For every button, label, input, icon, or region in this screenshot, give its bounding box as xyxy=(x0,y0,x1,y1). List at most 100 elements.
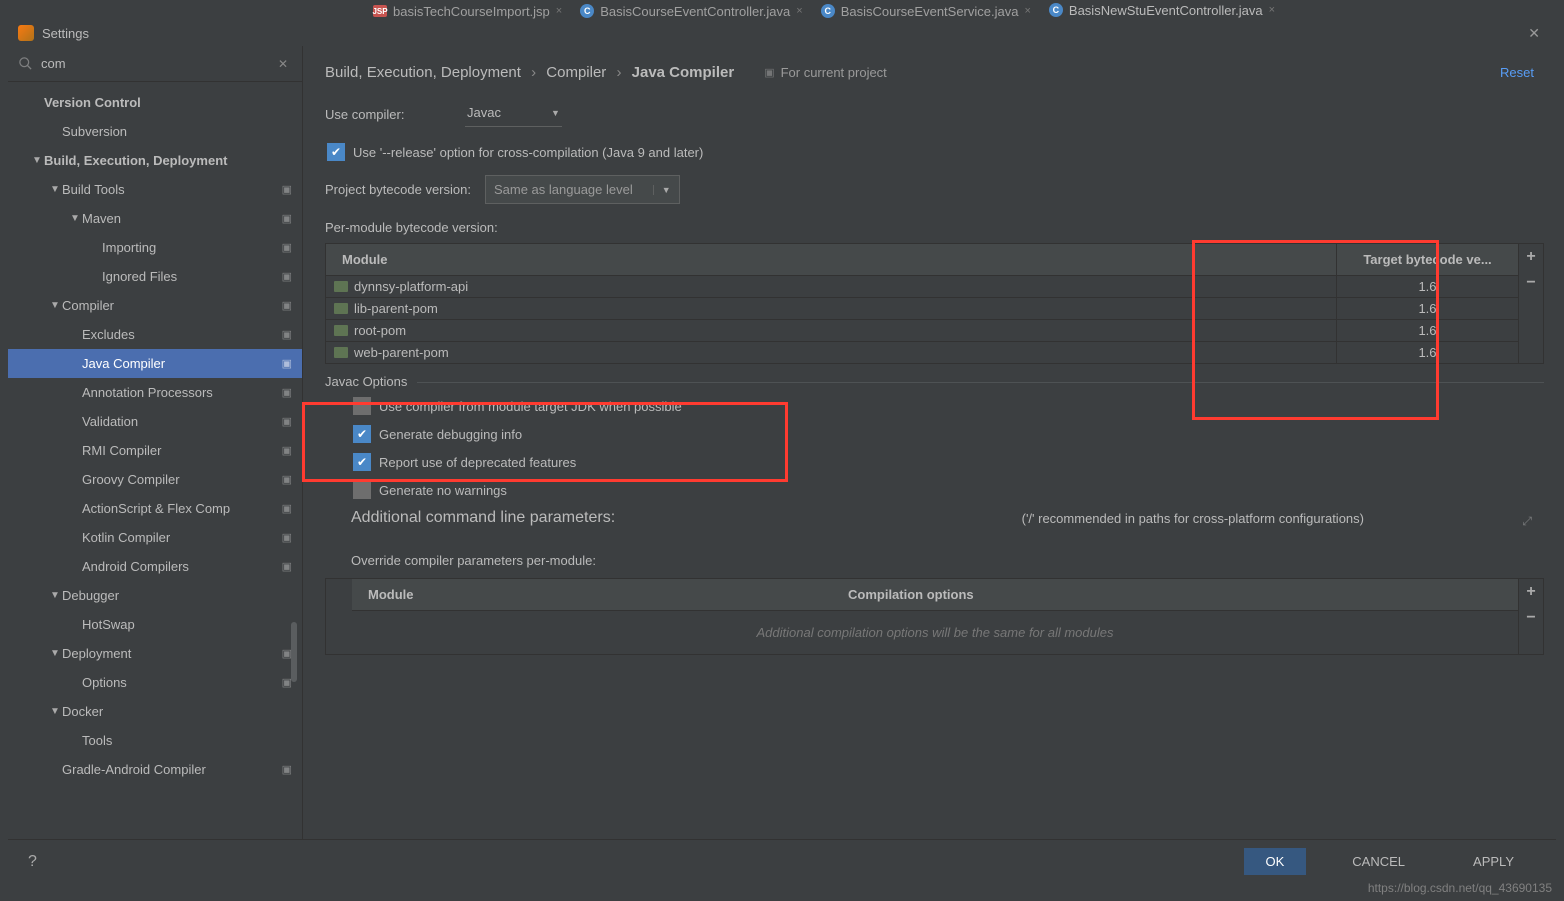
tab-label: basisTechCourseImport.jsp xyxy=(393,4,550,19)
tree-item[interactable]: Ignored Files▣ xyxy=(8,262,302,291)
jsp-file-icon: JSP xyxy=(373,5,387,17)
close-icon[interactable]: × xyxy=(556,5,562,17)
expand-arrow-icon: ▼ xyxy=(48,706,62,717)
remove-override-button[interactable]: − xyxy=(1519,605,1543,631)
tree-item[interactable]: Android Compilers▣ xyxy=(8,552,302,581)
tree-item[interactable]: Kotlin Compiler▣ xyxy=(8,523,302,552)
tree-item[interactable]: Excludes▣ xyxy=(8,320,302,349)
settings-search[interactable]: ✕ xyxy=(8,46,302,82)
close-icon[interactable]: × xyxy=(1269,4,1275,16)
tree-item[interactable]: ▼Deployment▣ xyxy=(8,639,302,668)
tree-item-label: Build, Execution, Deployment xyxy=(44,153,292,168)
search-icon xyxy=(18,56,33,71)
project-scope-icon: ▣ xyxy=(282,560,292,573)
tree-item[interactable]: ▼Docker xyxy=(8,697,302,726)
tree-item[interactable]: Validation▣ xyxy=(8,407,302,436)
tree-item[interactable]: ▼Debugger xyxy=(8,581,302,610)
module-name-cell: dynnsy-platform-api xyxy=(326,276,1336,297)
tree-item-label: Debugger xyxy=(62,588,292,603)
override-col-opts: Compilation options xyxy=(832,579,1518,610)
module-name-cell: web-parent-pom xyxy=(326,342,1336,363)
dialog-footer: ? OK CANCEL APPLY xyxy=(8,839,1556,883)
tree-item[interactable]: ActionScript & Flex Comp▣ xyxy=(8,494,302,523)
expand-arrow-icon: ▼ xyxy=(48,590,62,601)
tree-item[interactable]: Version Control xyxy=(8,88,302,117)
no-warnings-label: Generate no warnings xyxy=(379,483,507,498)
tree-item-label: Subversion xyxy=(62,124,292,139)
table-row[interactable]: dynnsy-platform-api1.6 xyxy=(326,276,1518,298)
gen-debug-label: Generate debugging info xyxy=(379,427,522,442)
project-bytecode-select[interactable]: Same as language level ▼ xyxy=(485,175,680,204)
tree-item[interactable]: ▼Build Tools▣ xyxy=(8,175,302,204)
release-option-checkbox[interactable] xyxy=(327,143,345,161)
target-bytecode-cell[interactable]: 1.6 xyxy=(1336,320,1518,341)
settings-tree-panel: ✕ Version ControlSubversion▼Build, Execu… xyxy=(8,46,303,841)
cancel-button[interactable]: CANCEL xyxy=(1330,848,1427,875)
tree-item[interactable]: HotSwap xyxy=(8,610,302,639)
use-compiler-select[interactable]: Javac ▼ xyxy=(465,101,562,127)
apply-button[interactable]: APPLY xyxy=(1451,848,1536,875)
remove-module-button[interactable]: − xyxy=(1519,270,1543,296)
java-class-icon: C xyxy=(580,4,594,18)
no-warnings-checkbox[interactable] xyxy=(353,481,371,499)
add-module-button[interactable]: + xyxy=(1519,244,1543,270)
tab-label: BasisNewStuEventController.java xyxy=(1069,3,1263,18)
table-row[interactable]: web-parent-pom1.6 xyxy=(326,342,1518,363)
tree-item[interactable]: ▼Maven▣ xyxy=(8,204,302,233)
tree-item[interactable]: ▼Build, Execution, Deployment xyxy=(8,146,302,175)
chevron-down-icon: ▼ xyxy=(653,185,671,195)
project-scope-icon: ▣ xyxy=(764,66,774,79)
tree-item[interactable]: Groovy Compiler▣ xyxy=(8,465,302,494)
watermark: https://blog.csdn.net/qq_43690135 xyxy=(1368,881,1552,895)
tree-item[interactable]: Subversion xyxy=(8,117,302,146)
target-bytecode-cell[interactable]: 1.6 xyxy=(1336,342,1518,363)
tree-item[interactable]: Importing▣ xyxy=(8,233,302,262)
report-deprecated-checkbox[interactable] xyxy=(353,453,371,471)
module-icon xyxy=(334,325,348,336)
use-module-jdk-checkbox[interactable] xyxy=(353,397,371,415)
project-scope-icon: ▣ xyxy=(282,386,292,399)
reset-link[interactable]: Reset xyxy=(1500,65,1534,80)
target-bytecode-cell[interactable]: 1.6 xyxy=(1336,298,1518,319)
tree-item[interactable]: Gradle-Android Compiler▣ xyxy=(8,755,302,784)
use-compiler-label: Use compiler: xyxy=(325,107,465,122)
per-module-label: Per-module bytecode version: xyxy=(325,220,1544,235)
editor-tab[interactable]: C BasisCourseEventService.java × xyxy=(813,2,1039,21)
tree-item[interactable]: Annotation Processors▣ xyxy=(8,378,302,407)
expand-arrow-icon: ▼ xyxy=(48,648,62,659)
tree-item-label: Deployment xyxy=(62,646,278,661)
expand-icon[interactable]: ⤢ xyxy=(1522,514,1532,529)
expand-arrow-icon: ▼ xyxy=(48,184,62,195)
project-scope-icon: ▣ xyxy=(282,241,292,254)
editor-tab[interactable]: C BasisNewStuEventController.java × xyxy=(1041,1,1283,22)
tab-label: BasisCourseEventController.java xyxy=(600,4,790,19)
tree-item[interactable]: Tools xyxy=(8,726,302,755)
tree-item-label: Docker xyxy=(62,704,292,719)
ok-button[interactable]: OK xyxy=(1244,848,1307,875)
editor-tab[interactable]: JSP basisTechCourseImport.jsp × xyxy=(365,2,570,21)
tree-item-label: Ignored Files xyxy=(102,269,278,284)
tree-item[interactable]: Options▣ xyxy=(8,668,302,697)
close-icon[interactable]: × xyxy=(1024,5,1030,17)
target-bytecode-cell[interactable]: 1.6 xyxy=(1336,276,1518,297)
module-icon xyxy=(334,281,348,292)
tree-item-label: Excludes xyxy=(82,327,278,342)
tree-item-label: Options xyxy=(82,675,278,690)
tree-item-label: Compiler xyxy=(62,298,278,313)
close-icon[interactable]: ✕ xyxy=(1522,23,1546,44)
editor-tab[interactable]: C BasisCourseEventController.java × xyxy=(572,2,810,21)
help-icon[interactable]: ? xyxy=(28,853,37,871)
override-empty-text: Additional compilation options will be t… xyxy=(352,611,1518,654)
tree-item[interactable]: RMI Compiler▣ xyxy=(8,436,302,465)
tree-item[interactable]: Java Compiler▣ xyxy=(8,349,302,378)
settings-tree[interactable]: Version ControlSubversion▼Build, Executi… xyxy=(8,82,302,841)
clear-icon[interactable]: ✕ xyxy=(274,57,292,71)
table-row[interactable]: root-pom1.6 xyxy=(326,320,1518,342)
table-row[interactable]: lib-parent-pom1.6 xyxy=(326,298,1518,320)
gen-debug-checkbox[interactable] xyxy=(353,425,371,443)
search-input[interactable] xyxy=(41,56,274,71)
add-override-button[interactable]: + xyxy=(1519,579,1543,605)
close-icon[interactable]: × xyxy=(796,5,802,17)
javac-options-legend: Javac Options xyxy=(325,374,417,389)
tree-item[interactable]: ▼Compiler▣ xyxy=(8,291,302,320)
